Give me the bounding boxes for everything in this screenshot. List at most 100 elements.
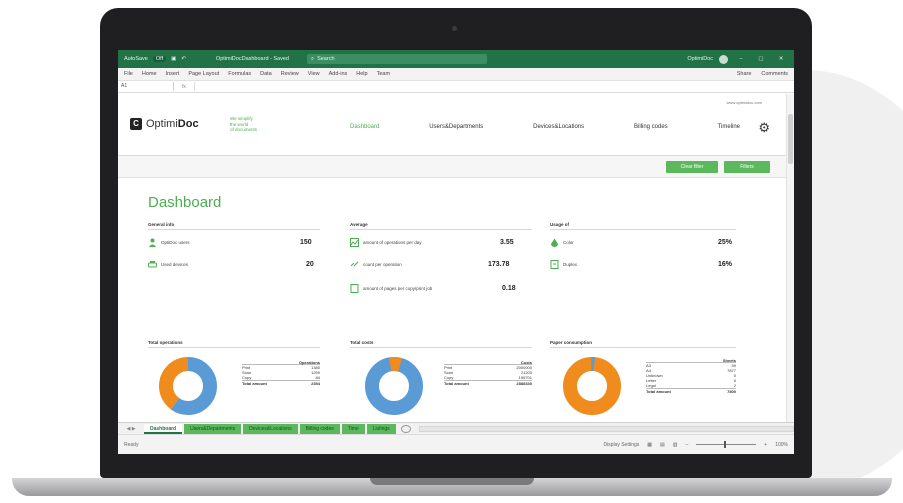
row-label: Copy — [444, 375, 454, 380]
minimize-button[interactable]: – — [734, 56, 748, 62]
close-button[interactable]: ✕ — [774, 56, 788, 62]
menu-home[interactable]: Home — [142, 71, 157, 77]
usage-heading: Usage of — [550, 222, 736, 230]
menu-file[interactable]: File — [124, 71, 133, 77]
zoom-level[interactable]: 100% — [775, 442, 788, 448]
costs-donut-chart — [365, 356, 423, 415]
sheet-tab-users-departments[interactable]: Users&Departments — [184, 423, 242, 434]
formula-input[interactable] — [193, 82, 794, 91]
row-value: 2 — [733, 383, 736, 388]
ribbon-menu: File Home Insert Page Layout Formulas Da… — [118, 68, 794, 81]
sheet-tabs-bar: ◀ ▶ Dashboard Users&Departments Devices&… — [118, 422, 794, 434]
paper-consumption-heading: Paper consumption — [550, 340, 736, 348]
undo-icon[interactable]: ↶ — [181, 56, 186, 62]
menu-team[interactable]: Team — [377, 71, 390, 77]
gear-icon[interactable]: ⚙ — [758, 120, 770, 136]
stat-label: Color — [563, 240, 574, 245]
action-bar: Clear filter Filters — [118, 156, 786, 178]
autosave-toggle[interactable]: Off — [152, 56, 167, 62]
total-value: 2354 — [311, 381, 320, 386]
scroll-thumb[interactable] — [788, 114, 793, 164]
row-label: Copy — [242, 375, 252, 380]
sheet-tab-devices-locations[interactable]: Devices&Locations — [243, 423, 298, 434]
dashboard-nav: Dashboard Users&Departments Devices&Loca… — [350, 124, 740, 130]
operations-donut-chart — [159, 357, 217, 415]
sheet-tab-dashboard[interactable]: Dashboard — [144, 423, 183, 434]
row-value: 195701 — [518, 375, 532, 380]
sheet-nav-arrows[interactable]: ◀ ▶ — [118, 426, 144, 432]
zoom-slider-handle[interactable] — [724, 441, 727, 448]
menu-review[interactable]: Review — [281, 71, 299, 77]
nav-timeline[interactable]: Timeline — [718, 124, 740, 130]
stat-value: 16% — [718, 261, 733, 268]
clear-filter-button[interactable]: Clear filter — [666, 161, 718, 173]
stat-label: amount of pages per copy/print job — [363, 286, 433, 291]
menu-help[interactable]: Help — [356, 71, 367, 77]
normal-view-icon[interactable]: ▦ — [647, 442, 652, 448]
sheet-tab-billing-codes[interactable]: Billing codes — [299, 423, 340, 434]
menu-formulas[interactable]: Formulas — [228, 71, 251, 77]
website-link[interactable]: www.optimidoc.com — [727, 100, 762, 105]
page-layout-view-icon[interactable]: ▤ — [660, 442, 665, 448]
zoom-in-icon[interactable]: + — [764, 442, 767, 448]
status-ready: Ready — [124, 441, 139, 448]
menu-data[interactable]: Data — [260, 71, 272, 77]
nav-billing-codes[interactable]: Billing codes — [634, 124, 668, 130]
total-operations-heading: Total operations — [148, 340, 320, 348]
filters-button[interactable]: Filters — [724, 161, 770, 173]
laptop-notch — [370, 478, 534, 485]
search-placeholder: Search — [317, 56, 335, 62]
logo-mark-icon: C — [130, 118, 142, 130]
display-settings-button[interactable]: Display Settings — [603, 442, 639, 448]
menu-add-ins[interactable]: Add-ins — [329, 71, 348, 77]
restore-button[interactable]: ▢ — [754, 56, 768, 62]
save-icon[interactable]: ▣ — [171, 56, 176, 62]
share-button[interactable]: Share — [737, 71, 752, 77]
horizontal-scrollbar[interactable] — [418, 425, 794, 432]
stat-users: OptiDoc users 150 — [148, 238, 320, 247]
nav-dashboard[interactable]: Dashboard — [350, 124, 379, 130]
logo-wordmark: OptimiDoc — [146, 118, 199, 130]
menu-insert[interactable]: Insert — [166, 71, 180, 77]
stat-duplex-usage: Duplex 16% — [550, 260, 736, 269]
chart-icon — [350, 238, 359, 247]
total-label: Total amount — [242, 381, 267, 386]
total-value: 2888330 — [516, 381, 532, 386]
link-icon — [350, 260, 359, 269]
tagline: We simplify the world of documents — [230, 116, 257, 133]
avatar[interactable] — [719, 54, 728, 64]
comments-button[interactable]: Comments — [761, 71, 788, 77]
sheet-tab-listings[interactable]: Listings — [366, 423, 396, 434]
page-title: Dashboard — [148, 194, 222, 211]
fx-icon[interactable]: fx — [174, 84, 194, 90]
autosave-label: AutoSave — [124, 56, 148, 62]
stat-count-per-op: count per operation 173.78 — [350, 260, 532, 269]
menu-view[interactable]: View — [308, 71, 320, 77]
nav-devices-locations[interactable]: Devices&Locations — [533, 124, 584, 130]
user-icon — [148, 238, 157, 247]
average-heading: Average — [350, 222, 532, 230]
table-total-row: Total amount 2888330 — [444, 380, 532, 386]
stat-value: 20 — [306, 261, 314, 268]
vertical-scrollbar[interactable] — [786, 94, 794, 422]
costs-table: Costs Print 2000000 Scan 21200 Copy 195701 … — [444, 360, 532, 386]
stat-value: 25% — [718, 239, 733, 246]
optimidoc-header: C OptimiDoc We simplify the world of doc… — [118, 94, 786, 156]
stat-value: 173.78 — [488, 261, 510, 268]
duplex-icon — [550, 260, 559, 269]
menu-page-layout[interactable]: Page Layout — [188, 71, 219, 77]
name-box[interactable]: A1 — [118, 82, 174, 91]
page-break-view-icon[interactable]: ▥ — [673, 442, 678, 448]
zoom-slider[interactable] — [696, 441, 757, 448]
user-name[interactable]: OptimiDoc — [687, 56, 713, 62]
total-value: 7800 — [727, 389, 736, 394]
paper-table: Sheets A3 59 A4 7877 Unknown 0 Letter 0 Lega… — [646, 358, 736, 394]
add-sheet-icon[interactable] — [400, 424, 411, 433]
search-icon: ⌕ — [310, 55, 315, 62]
sheet-tab-time[interactable]: Time — [341, 423, 365, 434]
zoom-out-icon[interactable]: – — [686, 442, 689, 448]
search-box[interactable]: ⌕ Search — [306, 54, 487, 64]
brand-bold: Doc — [177, 118, 199, 130]
nav-users-departments[interactable]: Users&Departments — [429, 124, 483, 130]
status-right: Display Settings ▦ ▤ ▥ – + 100% — [603, 441, 788, 448]
